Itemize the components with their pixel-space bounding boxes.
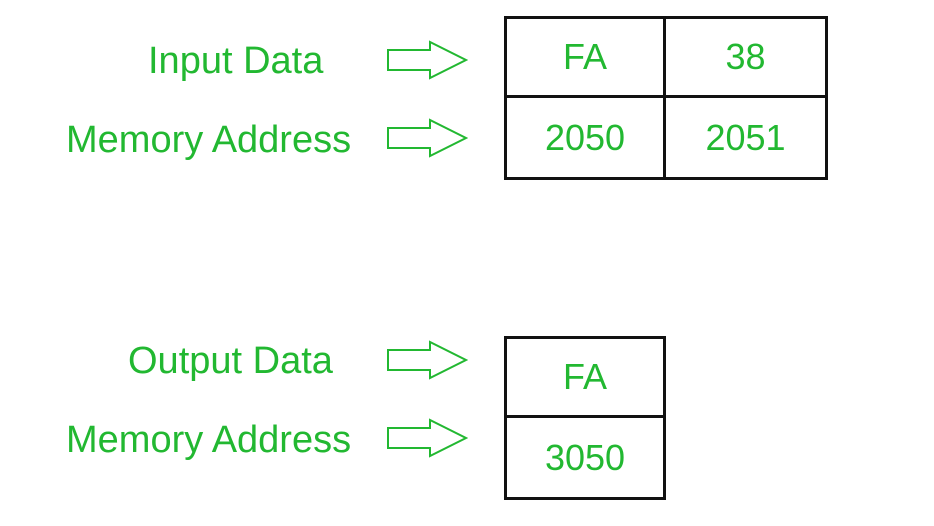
right-arrow-icon: [387, 40, 468, 80]
output-data-label: Output Data: [128, 340, 333, 382]
input-memory-address-label: Memory Address: [66, 119, 352, 161]
input-address-cell: 2050: [507, 98, 666, 177]
input-data-label: Input Data: [148, 40, 324, 82]
input-address-cell: 2051: [705, 116, 786, 158]
output-memory-address-label: Memory Address: [66, 419, 352, 461]
output-data-cell: FA: [507, 339, 663, 418]
input-memory-table: FA 38 2050 2051: [504, 16, 828, 180]
input-data-cell: FA: [507, 19, 666, 98]
right-arrow-icon: [387, 340, 468, 380]
output-address-cell: 3050: [544, 436, 626, 478]
output-memory-table: FA 3050: [504, 336, 666, 500]
right-arrow-icon: [387, 418, 468, 458]
input-data-cell: 38: [666, 19, 825, 98]
right-arrow-icon: [387, 118, 468, 158]
